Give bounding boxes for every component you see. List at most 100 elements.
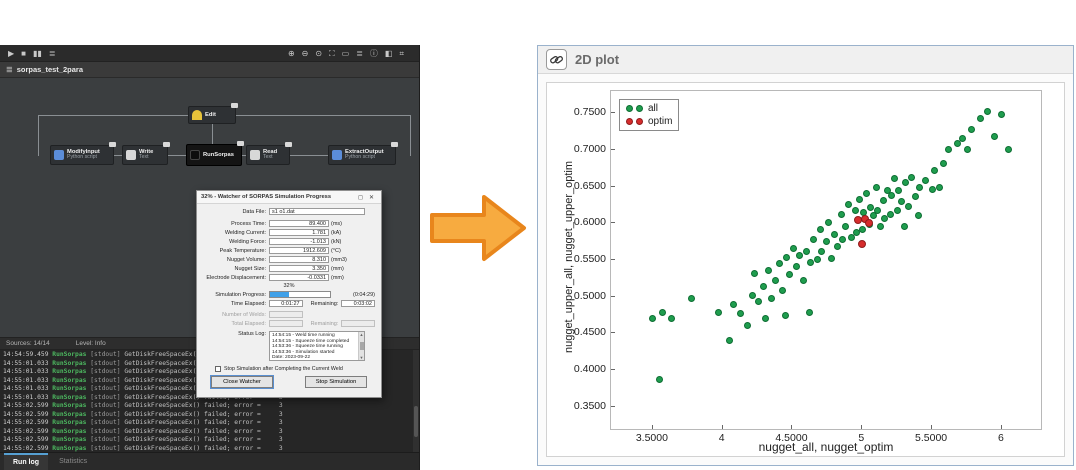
node-modifyinput[interactable]: ModifyInput Python script bbox=[50, 145, 114, 165]
legend-dot-all bbox=[636, 105, 643, 112]
stop-after-weld-checkbox[interactable] bbox=[215, 366, 221, 372]
log-scrollbar-thumb[interactable] bbox=[414, 406, 418, 437]
zoom-out-icon[interactable]: ⊖ bbox=[302, 45, 309, 62]
status-log-scrollbar[interactable]: ▲ ▼ bbox=[358, 332, 364, 360]
log-time: 14:55:01.033 bbox=[3, 368, 52, 375]
stop-simulation-button[interactable]: Stop Simulation bbox=[305, 376, 367, 388]
scatter-point-all bbox=[831, 231, 838, 238]
scatter-point-all bbox=[959, 135, 966, 142]
menu-icon[interactable]: ≣ bbox=[49, 45, 56, 62]
scatter-point-all bbox=[908, 174, 915, 181]
tab-statistics[interactable]: Statistics bbox=[50, 453, 96, 470]
node-write[interactable]: Write Text bbox=[122, 145, 168, 165]
y-tick-label: 0.4000 bbox=[552, 363, 606, 375]
zoom-in-icon[interactable]: ⊕ bbox=[288, 45, 295, 62]
scatter-point-all bbox=[817, 226, 824, 233]
total-remaining-label: Remaining: bbox=[303, 321, 342, 327]
pause-icon[interactable]: ▮▮ bbox=[33, 45, 42, 62]
plot-area[interactable]: alloptim bbox=[610, 90, 1042, 430]
process-time-value: 89.400 bbox=[269, 220, 329, 228]
scatter-point-all bbox=[828, 255, 835, 262]
dialog-field-row: Process Time:89.400(ms) bbox=[203, 219, 375, 228]
scatter-point-all bbox=[834, 243, 841, 250]
scatter-point-all bbox=[842, 223, 849, 230]
close-watcher-button[interactable]: Close Watcher bbox=[211, 376, 273, 388]
status-log-scrollbar-thumb[interactable] bbox=[360, 342, 364, 350]
x-tick-mark bbox=[652, 425, 653, 429]
y-tick-mark bbox=[611, 222, 615, 223]
log-level[interactable]: Level: Info bbox=[76, 340, 106, 347]
y-tick-mark bbox=[611, 332, 615, 333]
scatter-point-all bbox=[912, 193, 919, 200]
scatter-point-all bbox=[806, 309, 813, 316]
dialog-close-button[interactable]: ✕ bbox=[366, 194, 377, 201]
total-elapsed-label: Total Elapsed: bbox=[203, 321, 269, 327]
node-read[interactable]: Read Text bbox=[246, 145, 290, 165]
log-message: GetDiskFreeSpaceEx() failed; error = bbox=[124, 402, 260, 409]
scroll-up-icon[interactable]: ▲ bbox=[360, 332, 364, 337]
nugget-size-label: Nugget Size: bbox=[203, 266, 269, 272]
hamburger-icon[interactable]: ≣ bbox=[6, 65, 13, 74]
log-source: RunSorpas bbox=[52, 351, 90, 358]
x-tick-mark bbox=[791, 425, 792, 429]
log-time: 14:55:01.033 bbox=[3, 360, 52, 367]
scatter-point-all bbox=[730, 301, 737, 308]
y-tick-mark bbox=[611, 296, 615, 297]
log-stream: [stdout] bbox=[90, 360, 124, 367]
node-runsorpas[interactable]: RunSorpas bbox=[186, 144, 242, 166]
sorpas-solver-icon bbox=[190, 150, 200, 160]
dialog-title-bar[interactable]: 32% - Watcher of SORPAS Simulation Progr… bbox=[197, 191, 381, 204]
scatter-point-all bbox=[751, 270, 758, 277]
nugget-volume-unit: (mm3) bbox=[331, 257, 347, 263]
node-badge bbox=[391, 142, 398, 147]
log-stream: [stdout] bbox=[90, 368, 124, 375]
node-sublabel: Text bbox=[263, 155, 277, 160]
scatter-point-all bbox=[901, 223, 908, 230]
zoom-reset-icon[interactable]: ⊙ bbox=[315, 45, 322, 62]
time-elapsed-label: Time Elapsed: bbox=[203, 301, 269, 307]
log-source: RunSorpas bbox=[52, 419, 90, 426]
log-source: RunSorpas bbox=[52, 377, 90, 384]
y-tick-label: 0.6500 bbox=[552, 180, 606, 192]
frame-icon[interactable]: ▭ bbox=[342, 45, 350, 62]
info-icon[interactable]: ⓘ bbox=[370, 45, 378, 62]
scatter-point-all bbox=[749, 292, 756, 299]
scatter-point-all bbox=[786, 271, 793, 278]
scatter-point-all bbox=[818, 248, 825, 255]
panel-icon[interactable]: ◧ bbox=[385, 45, 393, 62]
run-icon[interactable]: ▶ bbox=[8, 45, 14, 62]
log-message: GetDiskFreeSpaceEx() failed; error = bbox=[124, 428, 260, 435]
stop-icon[interactable]: ■ bbox=[21, 45, 26, 62]
node-label: Edit bbox=[205, 112, 216, 118]
scatter-point-all bbox=[803, 248, 810, 255]
scatter-point-all bbox=[931, 167, 938, 174]
electrode-displacement-label: Electrode Displacement: bbox=[203, 275, 269, 281]
fit-view-icon[interactable]: ⛶ bbox=[329, 45, 335, 62]
nugget-volume-value: 8.310 bbox=[269, 256, 329, 264]
dialog-maximize-button[interactable]: ◻ bbox=[355, 194, 366, 201]
node-extractoutput[interactable]: ExtractOutput Python script bbox=[328, 145, 396, 165]
layout-icon[interactable]: ⌗ bbox=[399, 45, 404, 62]
log-time: 14:55:02.599 bbox=[3, 411, 52, 418]
list-icon[interactable]: ≣ bbox=[356, 45, 363, 62]
welding-current-label: Welding Current: bbox=[203, 230, 269, 236]
scatter-point-all bbox=[790, 245, 797, 252]
log-time: 14:55:02.599 bbox=[3, 428, 52, 435]
scatter-point-all bbox=[968, 126, 975, 133]
log-scrollbar[interactable] bbox=[413, 350, 419, 452]
scroll-down-icon[interactable]: ▼ bbox=[360, 355, 364, 360]
tab-run-log[interactable]: Run log bbox=[4, 453, 48, 470]
dialog-field-row: Welding Current:1.781(kA) bbox=[203, 228, 375, 237]
scatter-point-all bbox=[873, 184, 880, 191]
scatter-point-all bbox=[852, 207, 859, 214]
plot-window-title-bar[interactable]: 2D plot bbox=[538, 46, 1073, 74]
scatter-point-all bbox=[922, 177, 929, 184]
log-error-code: 3 bbox=[279, 419, 283, 426]
scatter-point-all bbox=[814, 256, 821, 263]
remaining-label: Remaining: bbox=[303, 301, 342, 307]
log-source: RunSorpas bbox=[52, 411, 90, 418]
scatter-point-all bbox=[796, 252, 803, 259]
node-edit[interactable]: Edit bbox=[188, 106, 236, 124]
log-stream: [stdout] bbox=[90, 445, 124, 452]
log-tab-bar: Run logStatistics bbox=[0, 452, 419, 470]
